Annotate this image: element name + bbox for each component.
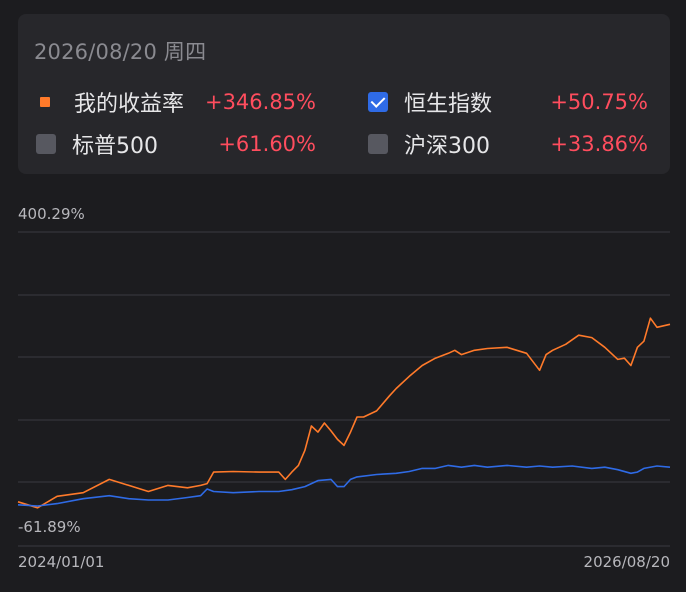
x-end-label: 2026/08/20 [583,553,670,571]
series-line-hang-seng [17,464,671,507]
y-min-label: -61.89% [18,518,81,536]
x-start-label: 2024/01/01 [18,553,105,571]
line-chart[interactable] [0,0,686,592]
y-max-label: 400.29% [18,205,85,223]
series-line-my-return [17,317,671,509]
